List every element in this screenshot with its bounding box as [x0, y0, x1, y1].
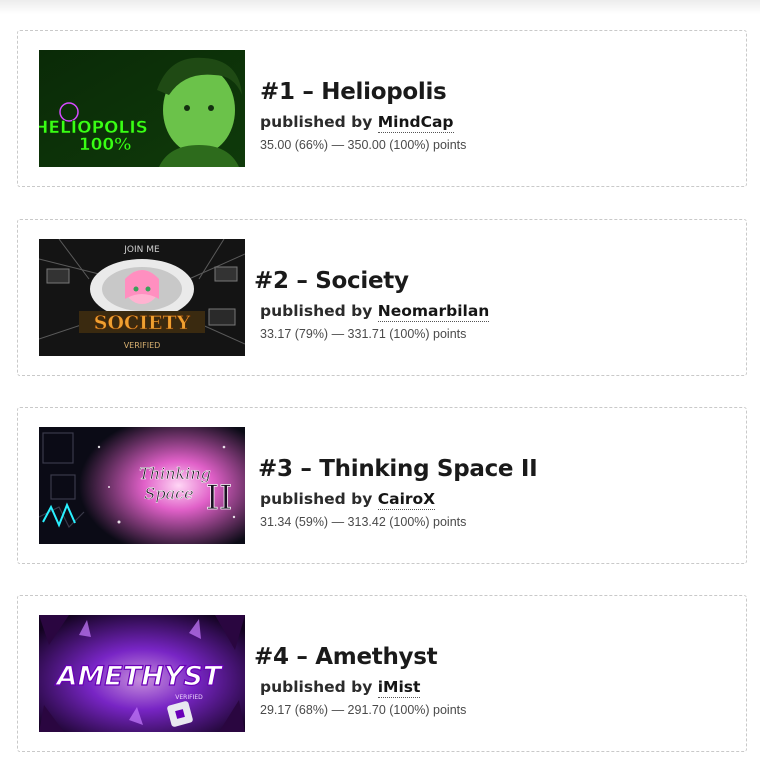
thumb-text-1: Thinking: [139, 464, 211, 483]
thumb-text-1: AMETHYST: [55, 661, 224, 692]
level-thumbnail[interactable]: Thinking Space II: [39, 427, 245, 544]
level-title: #4 – Amethyst: [254, 644, 438, 670]
published-by: published by MindCap: [260, 113, 454, 133]
top-shadow: [0, 0, 760, 14]
points-text: 29.17 (68%) — 291.70 (100%) points: [260, 703, 467, 717]
published-by: published by Neomarbilan: [260, 302, 490, 322]
level-title: #2 – Society: [254, 268, 409, 294]
points-text: 33.17 (79%) — 331.71 (100%) points: [260, 327, 467, 341]
thumb-text-3: II: [206, 478, 233, 518]
level-thumbnail[interactable]: AMETHYST VERIFIED: [39, 615, 245, 732]
level-card-2[interactable]: JOIN ME SOCIETY VERIFIED #2 – Society pu…: [17, 219, 747, 376]
published-prefix: published by: [260, 490, 373, 508]
level-title: #3 – Thinking Space II: [258, 456, 538, 482]
published-by: published by iMist: [260, 678, 421, 698]
thumb-text-2: SOCIETY: [94, 312, 191, 334]
level-card-1[interactable]: HELIOPOLIS 100% #1 – Heliopolis publishe…: [17, 30, 747, 187]
level-card-4[interactable]: AMETHYST VERIFIED #4 – Amethyst publishe…: [17, 595, 747, 752]
thumb-text-3: VERIFIED: [124, 341, 161, 350]
level-thumbnail[interactable]: HELIOPOLIS 100%: [39, 50, 245, 167]
thumb-text-1: JOIN ME: [123, 245, 160, 255]
thinking-space-thumbnail-image: Thinking Space II: [39, 427, 245, 544]
author-link[interactable]: Neomarbilan: [377, 302, 490, 322]
author-link[interactable]: iMist: [377, 678, 421, 698]
published-prefix: published by: [260, 302, 373, 320]
amethyst-thumbnail-image: AMETHYST VERIFIED: [39, 615, 245, 732]
level-card-3[interactable]: Thinking Space II #3 – Thinking Space II…: [17, 407, 747, 564]
thumb-text-2: 100%: [79, 135, 132, 155]
published-by: published by CairoX: [260, 490, 436, 510]
author-link[interactable]: MindCap: [377, 113, 454, 133]
level-thumbnail[interactable]: JOIN ME SOCIETY VERIFIED: [39, 239, 245, 356]
thumb-text-2: Space: [144, 484, 193, 503]
points-text: 31.34 (59%) — 313.42 (100%) points: [260, 515, 467, 529]
level-title: #1 – Heliopolis: [260, 79, 447, 105]
published-prefix: published by: [260, 113, 373, 131]
points-text: 35.00 (66%) — 350.00 (100%) points: [260, 138, 467, 152]
published-prefix: published by: [260, 678, 373, 696]
author-link[interactable]: CairoX: [377, 490, 436, 510]
thumb-text-2: VERIFIED: [175, 694, 203, 701]
society-thumbnail-image: JOIN ME SOCIETY VERIFIED: [39, 239, 245, 356]
heliopolis-thumbnail-image: HELIOPOLIS 100%: [39, 50, 245, 167]
